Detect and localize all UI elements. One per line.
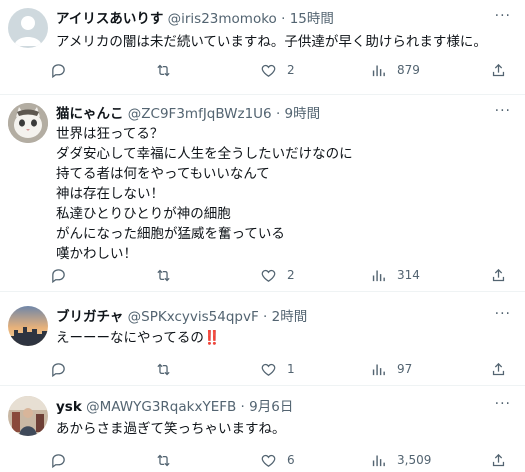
view-count: 3,509: [397, 453, 432, 467]
share-icon: [492, 268, 505, 281]
user-handle[interactable]: @iris23momoko: [168, 11, 277, 27]
more-options-icon[interactable]: ···: [495, 103, 511, 119]
more-options-icon[interactable]: ···: [495, 8, 511, 24]
retweet-icon: [157, 454, 170, 466]
display-name[interactable]: 猫にゃんこ: [56, 106, 124, 122]
avatar[interactable]: [8, 396, 48, 436]
tweet[interactable]: アイリスあいりす @iris23momoko · 15時間 ··· アメリカの闇…: [0, 0, 525, 95]
retweet-button[interactable]: [155, 450, 182, 470]
avatar[interactable]: [8, 8, 48, 48]
reply-feed: アイリスあいりす @iris23momoko · 15時間 ··· アメリカの闇…: [0, 0, 525, 472]
user-handle[interactable]: @MAWYG3RqakxYEFB: [86, 399, 236, 415]
tweet-text: アメリカの闇は未だ続いていますね。子供達が早く助けられます様に。: [56, 34, 487, 50]
action-bar: 6 3,509: [50, 450, 510, 470]
share-button[interactable]: [490, 359, 507, 379]
separator-dot: ·: [275, 106, 281, 122]
reply-button[interactable]: [50, 359, 77, 379]
timestamp[interactable]: 9月6日: [249, 399, 293, 415]
share-button[interactable]: [490, 265, 507, 285]
reply-button[interactable]: [50, 265, 77, 285]
retweet-icon: [157, 269, 170, 281]
heart-icon: [261, 269, 276, 282]
more-options-icon[interactable]: ···: [495, 306, 511, 322]
heart-icon: [261, 454, 276, 467]
action-bar: 2 314: [50, 265, 510, 285]
separator-dot: ·: [281, 11, 286, 27]
avatar[interactable]: [8, 306, 48, 346]
separator-dot: ·: [263, 309, 268, 325]
like-count: 2: [287, 63, 295, 77]
views-button[interactable]: 314: [370, 265, 420, 285]
person-photo-avatar-icon: [8, 396, 48, 436]
views-chart-icon: [372, 270, 385, 281]
like-count: 6: [287, 453, 295, 467]
separator-dot: ·: [240, 399, 245, 415]
share-icon: [492, 362, 505, 375]
reply-icon: [52, 453, 65, 468]
tweet[interactable]: ブリガチャ @SPKxcyvis54qpvF · 2時間 ··· えーーーなにや…: [0, 292, 525, 386]
share-button[interactable]: [490, 450, 507, 470]
views-chart-icon: [372, 65, 385, 76]
views-button[interactable]: 3,509: [370, 450, 431, 470]
view-count: 97: [397, 362, 413, 376]
retweet-icon: [157, 64, 170, 76]
display-name[interactable]: ysk: [56, 399, 82, 415]
like-count: 2: [287, 268, 295, 282]
tweet-text: えーーーなにやってるの‼️: [56, 328, 221, 348]
reply-button[interactable]: [50, 450, 77, 470]
retweet-icon: [157, 363, 170, 375]
timestamp[interactable]: 9時間: [285, 106, 321, 122]
tweet[interactable]: 猫にゃんこ @ZC9F3mfJqBWz1U6 · 9時間 ··· 世界は狂ってる…: [0, 95, 525, 292]
reply-button[interactable]: [50, 60, 77, 80]
heart-icon: [261, 64, 276, 77]
tweet-header: 猫にゃんこ @ZC9F3mfJqBWz1U6 · 9時間: [56, 105, 320, 123]
share-button[interactable]: [490, 60, 507, 80]
action-bar: 1 97: [50, 359, 510, 379]
tweet-text-content: えーーーなにやってるの: [56, 330, 204, 346]
like-count: 1: [287, 362, 295, 376]
display-name[interactable]: アイリスあいりす: [56, 11, 163, 27]
heart-icon: [261, 363, 276, 376]
like-button[interactable]: 1: [260, 359, 295, 379]
timestamp[interactable]: 2時間: [272, 309, 308, 325]
tweet-header: ysk @MAWYG3RqakxYEFB · 9月6日: [56, 398, 293, 416]
tweet-text: 世界は狂ってる？ ダダ安心して幸福に人生を全うしたいだけなのに 持てる者は何をや…: [56, 126, 353, 262]
reply-icon: [52, 63, 65, 78]
tweet-header: アイリスあいりす @iris23momoko · 15時間: [56, 10, 334, 28]
views-button[interactable]: 879: [370, 60, 420, 80]
retweet-button[interactable]: [155, 60, 182, 80]
retweet-button[interactable]: [155, 265, 182, 285]
double-exclamation-emoji: ‼️: [203, 330, 221, 346]
view-count: 879: [397, 63, 420, 77]
more-options-icon[interactable]: ···: [495, 396, 511, 412]
share-icon: [492, 63, 505, 76]
reply-icon: [52, 268, 65, 283]
like-button[interactable]: 2: [260, 60, 295, 80]
views-chart-icon: [372, 364, 385, 375]
default-avatar-icon: [14, 16, 42, 46]
share-icon: [492, 453, 505, 466]
tweet-text: あからさま過ぎて笑っちゃいますね。: [56, 421, 286, 437]
views-chart-icon: [372, 455, 385, 466]
tweet[interactable]: ysk @MAWYG3RqakxYEFB · 9月6日 ··· あからさま過ぎて…: [0, 386, 525, 472]
tweet-header: ブリガチャ @SPKxcyvis54qpvF · 2時間: [56, 308, 307, 326]
view-count: 314: [397, 268, 420, 282]
reply-icon: [52, 362, 65, 377]
cat-avatar-icon: [8, 103, 48, 143]
retweet-button[interactable]: [155, 359, 182, 379]
user-handle[interactable]: @SPKxcyvis54qpvF: [128, 309, 259, 325]
display-name[interactable]: ブリガチャ: [56, 309, 123, 325]
action-bar: 2 879: [50, 60, 510, 80]
timestamp[interactable]: 15時間: [290, 11, 334, 27]
sunset-city-avatar-icon: [8, 306, 48, 346]
like-button[interactable]: 2: [260, 265, 295, 285]
user-handle[interactable]: @ZC9F3mfJqBWz1U6: [128, 106, 272, 122]
avatar[interactable]: [8, 103, 48, 143]
views-button[interactable]: 97: [370, 359, 412, 379]
like-button[interactable]: 6: [260, 450, 295, 470]
